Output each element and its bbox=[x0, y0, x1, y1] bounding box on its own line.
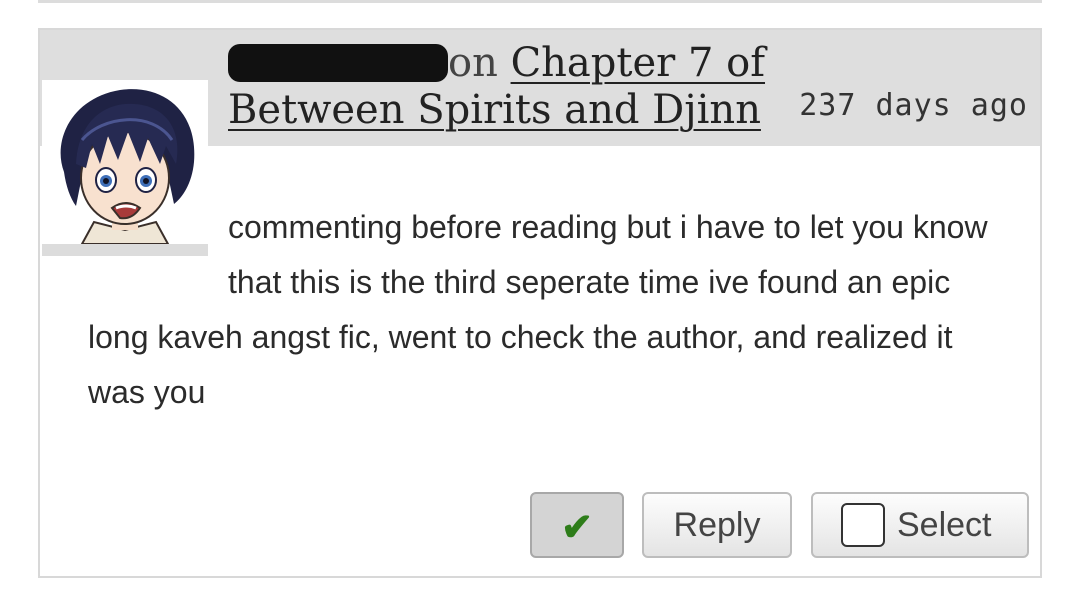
check-mark-icon: ✔ bbox=[561, 506, 593, 549]
comment-timestamp: 237 days ago bbox=[799, 88, 1028, 123]
reply-button[interactable]: Reply bbox=[642, 492, 792, 558]
avatar-spacer bbox=[88, 200, 228, 310]
comment-card: on Chapter 7 of Between Spirits and Djin… bbox=[38, 28, 1042, 578]
select-label: Select bbox=[897, 505, 992, 544]
redacted-username bbox=[228, 44, 448, 82]
reply-label: Reply bbox=[673, 505, 761, 544]
mark-read-button[interactable]: ✔ bbox=[530, 492, 624, 558]
on-word: on bbox=[448, 40, 498, 86]
separator-line bbox=[38, 0, 1042, 3]
select-checkbox-icon[interactable] bbox=[841, 503, 885, 547]
select-button[interactable]: Select bbox=[811, 492, 1029, 558]
comment-body: commenting before reading but i have to … bbox=[88, 200, 988, 420]
